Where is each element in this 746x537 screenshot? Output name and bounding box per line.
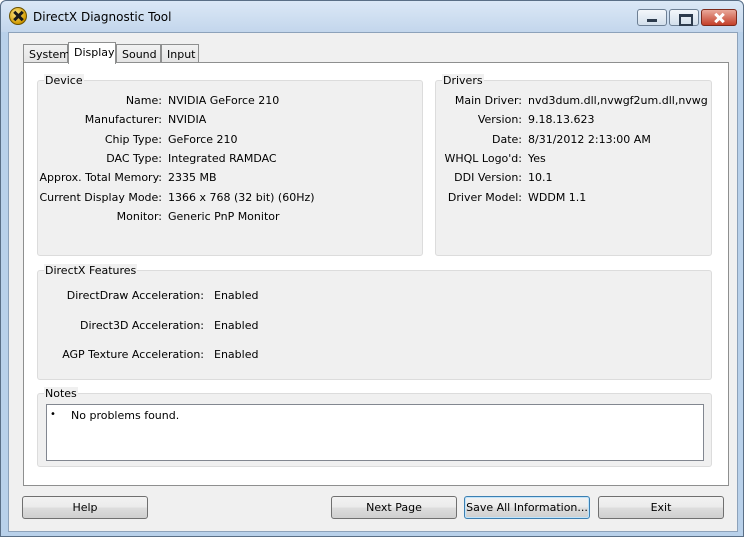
driver-label: Main Driver:: [454, 94, 522, 107]
device-value: 1366 x 768 (32 bit) (60Hz): [168, 191, 315, 204]
driver-value: 10.1: [528, 171, 553, 184]
tab-display[interactable]: Display: [68, 42, 116, 64]
driver-label: DDI Version:: [454, 171, 522, 184]
window-title: DirectX Diagnostic Tool: [33, 10, 172, 24]
notes-text: No problems found.: [71, 409, 180, 422]
drivers-group-title: Drivers: [442, 74, 484, 87]
exit-button[interactable]: Exit: [598, 496, 724, 519]
directx-features-group: DirectX Features DirectDraw Acceleration…: [37, 264, 712, 380]
client-area: System Display Sound Input Device Name: …: [8, 32, 738, 532]
feature-value: Enabled: [214, 348, 259, 361]
dxdiag-window: DirectX Diagnostic Tool System Display S…: [0, 0, 744, 537]
features-group-title: DirectX Features: [44, 264, 138, 277]
title-bar[interactable]: DirectX Diagnostic Tool: [1, 1, 743, 32]
tab-sound[interactable]: Sound: [116, 44, 161, 63]
notes-bullet: •: [50, 409, 56, 420]
device-group: Device Name: NVIDIA GeForce 210 Manufact…: [37, 74, 423, 256]
driver-label: Date:: [492, 133, 522, 146]
device-label: Name:: [125, 94, 162, 107]
notes-group-title: Notes: [44, 387, 78, 400]
device-label: Chip Type:: [104, 133, 162, 146]
driver-value: Yes: [528, 152, 546, 165]
minimize-button[interactable]: [637, 9, 667, 26]
feature-value: Enabled: [214, 319, 259, 332]
tab-input[interactable]: Input: [161, 44, 199, 63]
notes-textbox[interactable]: • No problems found.: [46, 404, 704, 461]
directx-icon: [9, 7, 27, 25]
device-label: Current Display Mode:: [39, 191, 162, 204]
feature-label: AGP Texture Acceleration:: [62, 348, 204, 361]
maximize-button[interactable]: [669, 9, 699, 26]
device-value: Integrated RAMDAC: [168, 152, 277, 165]
driver-value: 8/31/2012 2:13:00 AM: [528, 133, 651, 146]
device-label: Manufacturer:: [84, 113, 162, 126]
device-value: Generic PnP Monitor: [168, 210, 280, 223]
tab-system[interactable]: System: [23, 44, 70, 63]
driver-label: Version:: [477, 113, 522, 126]
driver-label: WHQL Logo'd:: [444, 152, 522, 165]
close-button[interactable]: [701, 9, 737, 26]
driver-label: Driver Model:: [447, 191, 522, 204]
device-label: Approx. Total Memory:: [39, 171, 163, 184]
device-label: DAC Type:: [106, 152, 162, 165]
device-value: GeForce 210: [168, 133, 238, 146]
driver-value: nvd3dum.dll,nvwgf2um.dll,nvwgf2um: [528, 94, 708, 107]
help-button[interactable]: Help: [22, 496, 148, 519]
driver-value: WDDM 1.1: [528, 191, 587, 204]
device-value: 2335 MB: [168, 171, 217, 184]
device-label: Monitor:: [116, 210, 162, 223]
feature-label: DirectDraw Acceleration:: [66, 289, 204, 302]
notes-group: Notes • No problems found.: [37, 387, 712, 467]
save-all-information-button[interactable]: Save All Information...: [464, 496, 590, 519]
device-group-title: Device: [44, 74, 84, 87]
display-panel: Device Name: NVIDIA GeForce 210 Manufact…: [23, 62, 729, 486]
device-value: NVIDIA: [168, 113, 207, 126]
device-value: NVIDIA GeForce 210: [168, 94, 280, 107]
feature-value: Enabled: [214, 289, 259, 302]
drivers-group: Drivers Main Driver: nvd3dum.dll,nvwgf2u…: [435, 74, 712, 256]
feature-label: Direct3D Acceleration:: [80, 319, 204, 332]
next-page-button[interactable]: Next Page: [331, 496, 457, 519]
driver-value: 9.18.13.623: [528, 113, 595, 126]
